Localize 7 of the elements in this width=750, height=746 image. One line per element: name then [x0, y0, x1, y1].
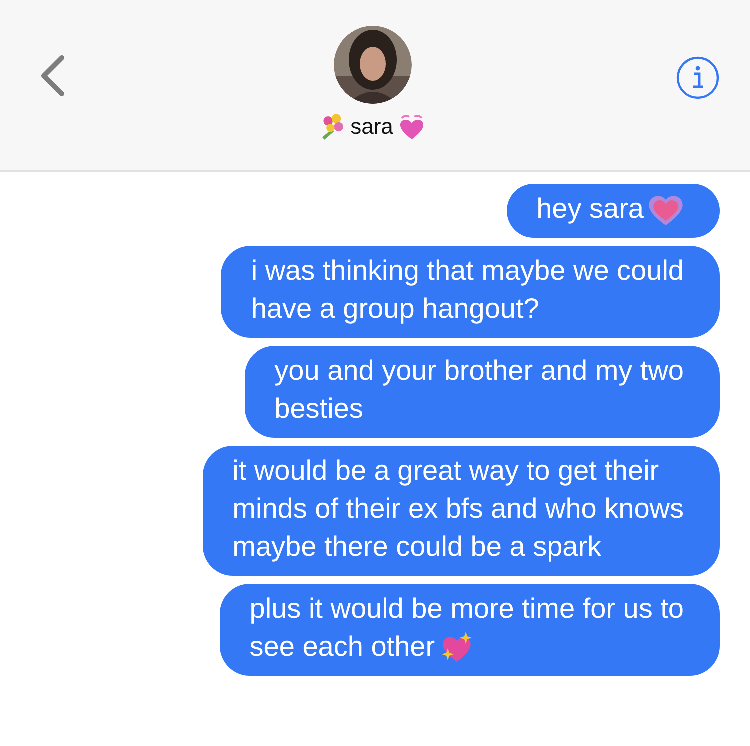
- message-bubble: hey sara: [506, 184, 720, 238]
- message-bubble: you and your brother and my two besties: [244, 346, 720, 438]
- contact-name: sara: [350, 114, 394, 140]
- info-button[interactable]: [676, 56, 720, 100]
- message-bubble: i was thinking that maybe we could have a group hangout?: [221, 246, 720, 338]
- message-bubble: plus it would be more time for us to see each other: [220, 584, 720, 676]
- message-bubble: it would be a great way to get their minds of their ex bfs and who knows maybe there could be a spark: [202, 446, 720, 576]
